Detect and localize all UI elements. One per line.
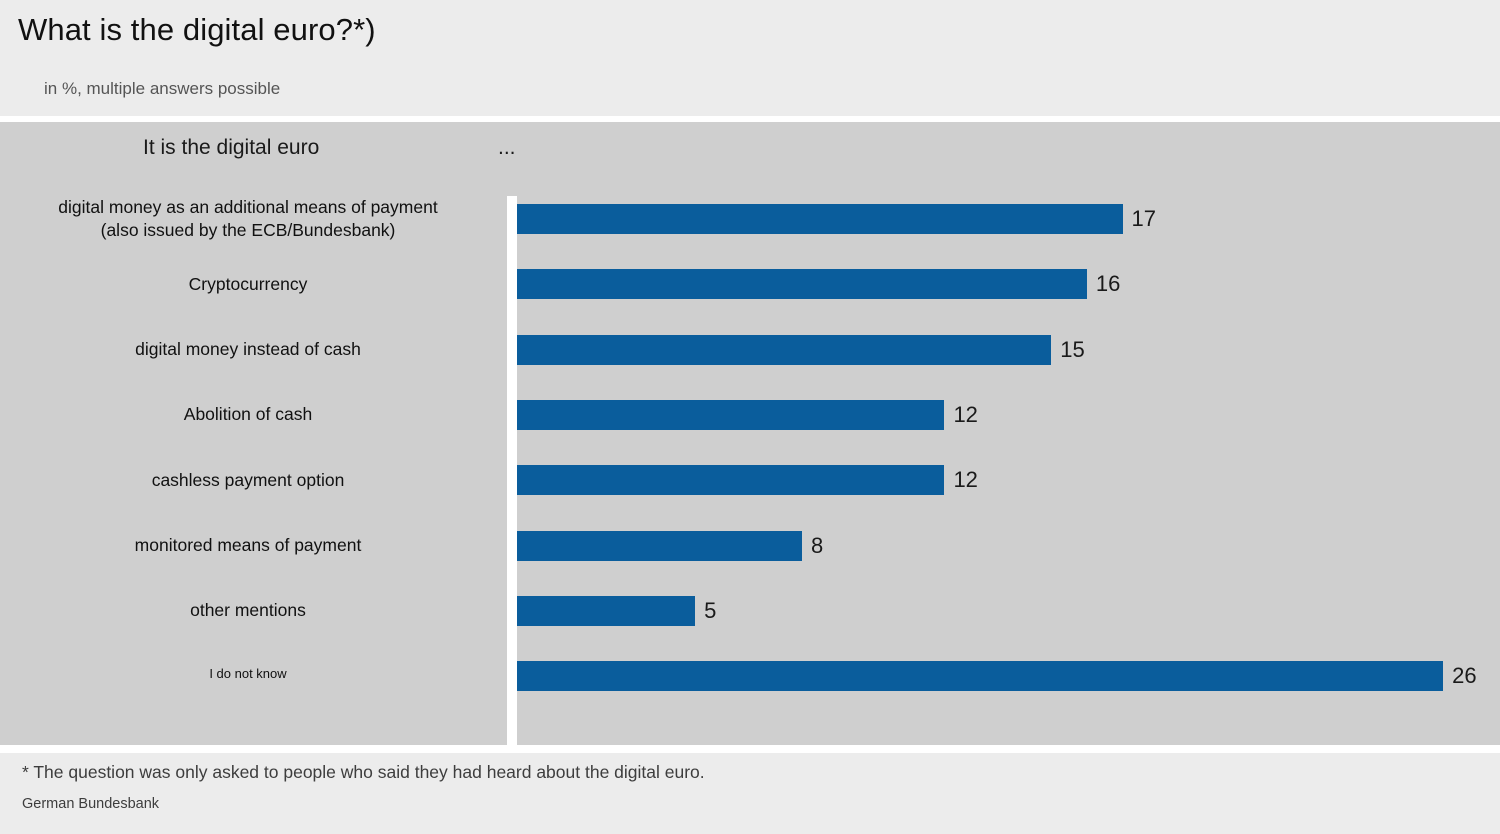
chart-panel: It is the digital euro ... digital money… <box>0 122 1500 745</box>
bar-row: I do not know 26 <box>0 641 1500 706</box>
bar <box>517 530 802 561</box>
bar-value-label: 5 <box>704 597 717 623</box>
bar-value-label: 17 <box>1131 206 1157 231</box>
bar-value-label: 12 <box>953 467 978 493</box>
bar-row: monitored means of payment 8 <box>0 511 1500 576</box>
bar-category-label-line: monitored means of payment <box>134 535 362 555</box>
bar-row: Cryptocurrency 16 <box>0 249 1500 314</box>
bar-row: cashless payment option 12 <box>0 445 1500 510</box>
chart-page: What is the digital euro?*) in %, multip… <box>0 0 1500 834</box>
bar <box>517 204 1123 234</box>
bar-category-label: other mentions <box>13 599 483 622</box>
bar <box>517 399 945 430</box>
bar-category-label: digital money as an additional means of … <box>13 196 483 242</box>
bar-value-label: 26 <box>1452 663 1477 689</box>
bar-value-label: 8 <box>810 532 824 558</box>
bar-rows: digital money as an additional means of … <box>0 122 1500 745</box>
bar-category-label-line: cashless payment option <box>151 469 345 490</box>
bar <box>517 661 1444 692</box>
bar-category-label-line: Abolition of cash <box>183 404 313 425</box>
footnote: * The question was only asked to people … <box>22 762 705 782</box>
bar-value-label: 12 <box>953 401 978 427</box>
bar-category-label-line: (also issued by the ECB/Bundesbank) <box>100 220 396 240</box>
bar <box>517 269 1087 300</box>
bar-category-label-line: Cryptocurrency <box>188 273 308 294</box>
chart-subtitle: in %, multiple answers possible <box>44 79 281 98</box>
bar <box>517 334 1052 365</box>
bar-value-label: 15 <box>1060 336 1085 362</box>
page-title: What is the digital euro?*) <box>18 12 376 47</box>
bar-row: digital money as an additional means of … <box>0 184 1500 249</box>
bar-row: other mentions 5 <box>0 576 1500 641</box>
bar-category-label-line: other mentions <box>190 600 306 621</box>
bar <box>517 465 945 496</box>
bar-category-label: cashless payment option <box>13 469 483 492</box>
bar-category-label: Abolition of cash <box>13 403 483 426</box>
bar-category-label-line: I do not know <box>209 665 287 681</box>
source-label: German Bundesbank <box>22 796 160 812</box>
bar-value-label: 16 <box>1095 271 1121 297</box>
bar-row: Abolition of cash 12 <box>0 380 1500 445</box>
footer-band: * The question was only asked to people … <box>0 753 1500 834</box>
bar-category-label: Cryptocurrency <box>13 273 483 296</box>
bar-category-label-line: digital money instead of cash <box>135 339 361 360</box>
bar-category-label: digital money instead of cash <box>13 338 483 361</box>
bar-category-label: monitored means of payment <box>13 534 483 557</box>
bar <box>517 595 696 626</box>
header-band: What is the digital euro?*) in %, multip… <box>0 0 1500 116</box>
bar-category-label-line: digital money as an additional means of … <box>58 197 438 217</box>
bar-category-label: I do not know <box>13 665 483 683</box>
bar-row: digital money instead of cash 15 <box>0 315 1500 380</box>
